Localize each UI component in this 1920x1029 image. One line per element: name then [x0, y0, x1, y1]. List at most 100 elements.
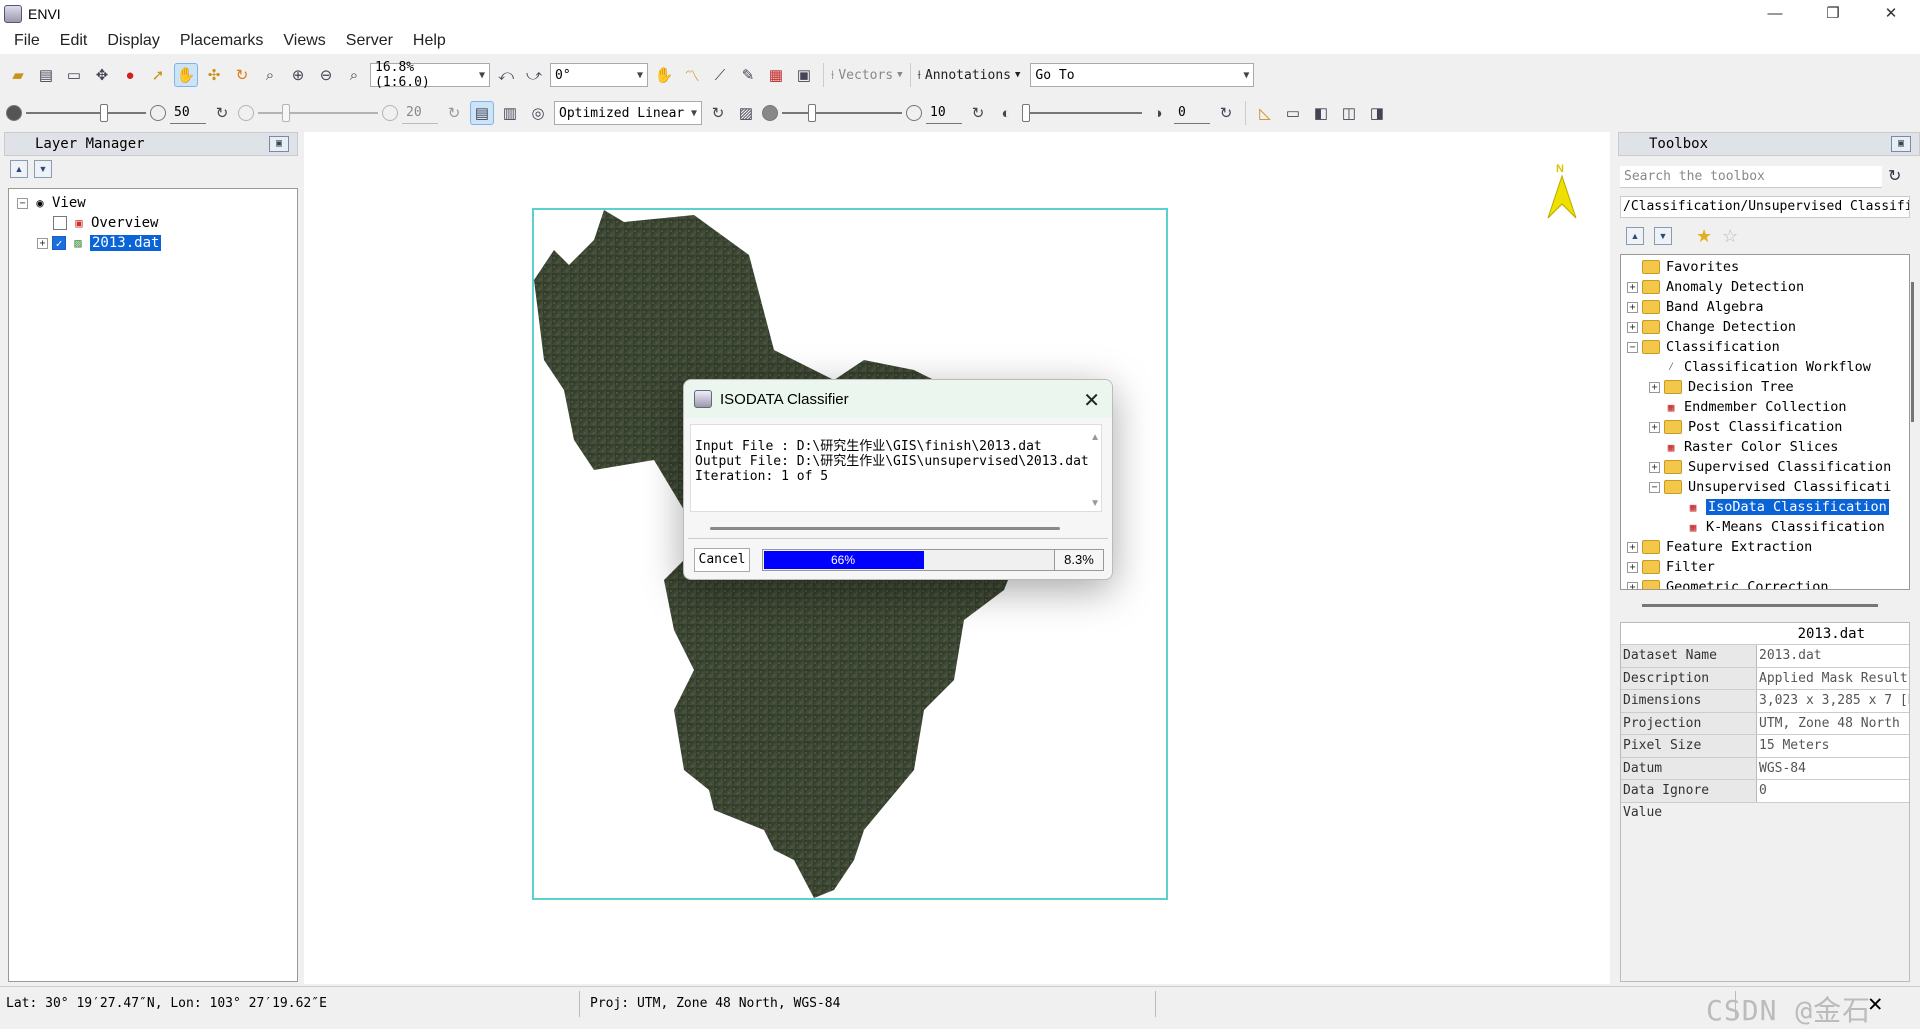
toolbox-item[interactable]: + Anomaly Detection	[1621, 277, 1909, 297]
measure-icon[interactable]: ◺	[1253, 101, 1277, 125]
data-manager-icon[interactable]: ▤	[34, 63, 58, 87]
zoom-combo[interactable]: 16.8% (1:6.0) ▼	[370, 60, 490, 90]
transparency-value[interactable]: 0	[1174, 102, 1210, 124]
display-icon[interactable]: ▭	[62, 63, 86, 87]
collapse-toggle[interactable]: −	[17, 197, 28, 209]
expand-all-icon[interactable]: ▼	[34, 160, 52, 178]
toolbox-item[interactable]: ▦ K-Means Classification	[1621, 517, 1909, 537]
split-view-icon[interactable]: ◧	[1309, 101, 1333, 125]
minimize-button[interactable]: —	[1746, 0, 1804, 28]
scroll-up-icon[interactable]: ▲	[1090, 432, 1100, 443]
expand-toggle[interactable]: +	[37, 237, 48, 249]
open-icon[interactable]: ▰	[6, 63, 30, 87]
toolbox-item[interactable]: ⁄ Classification Workflow	[1621, 357, 1909, 377]
expand-toggle[interactable]: +	[1649, 381, 1660, 393]
horizontal-scrollbar[interactable]	[710, 527, 1060, 530]
cancel-button[interactable]: Cancel	[694, 548, 750, 572]
value-display-icon[interactable]: ▣	[792, 63, 816, 87]
expand-toggle[interactable]: +	[1627, 541, 1638, 553]
toolbox-item[interactable]: − Classification	[1621, 337, 1909, 357]
toolbox-item[interactable]: + Decision Tree	[1621, 377, 1909, 397]
edit-icon[interactable]: ✎	[736, 63, 760, 87]
scroll-down-icon[interactable]: ▼	[1090, 498, 1100, 509]
goto-combo[interactable]: Go To ▼	[1030, 63, 1255, 87]
menu-views[interactable]: Views	[273, 32, 335, 50]
toolbox-item[interactable]: + Post Classification	[1621, 417, 1909, 437]
flicker-icon[interactable]: ◨	[1365, 101, 1389, 125]
image-link-icon[interactable]: ▦	[764, 63, 788, 87]
contrast-slider[interactable]	[258, 101, 378, 125]
stretch-full-icon[interactable]: ◎	[526, 101, 550, 125]
expand-toggle[interactable]: +	[1649, 421, 1660, 433]
add-favorite-icon[interactable]: ★	[1696, 226, 1712, 247]
stretch-combo[interactable]: Optimized Linear ▼	[554, 101, 702, 125]
toolbox-item[interactable]: Favorites	[1621, 257, 1909, 277]
contrast-value[interactable]: 20	[402, 102, 438, 124]
reset-sharpen-icon[interactable]: ↻	[966, 101, 990, 125]
brightness-value[interactable]: 50	[170, 102, 206, 124]
rotate-icon[interactable]: ↻	[230, 63, 254, 87]
toolbox-item[interactable]: + Supervised Classification	[1621, 457, 1909, 477]
toolbox-item[interactable]: ▦ Endmember Collection	[1621, 397, 1909, 417]
horizontal-scrollbar[interactable]	[1642, 604, 1878, 607]
vertical-scrollbar[interactable]	[1911, 282, 1914, 422]
collapse-toggle[interactable]: −	[1649, 481, 1660, 493]
select-arrow-icon[interactable]: ➚	[146, 63, 170, 87]
menu-help[interactable]: Help	[403, 32, 456, 50]
reset-brightness-icon[interactable]: ↻	[210, 101, 234, 125]
tree-layer-2013[interactable]: + ✓ ▨ 2013.dat	[9, 233, 297, 253]
tree-view-root[interactable]: − ◉ View	[9, 193, 297, 213]
toolbox-item[interactable]: + Band Algebra	[1621, 297, 1909, 317]
stretch-view-icon[interactable]: ▤	[470, 101, 494, 125]
toolbox-search-input[interactable]: Search the toolbox	[1620, 166, 1882, 188]
toolbox-item[interactable]: ▦ IsoData Classification	[1621, 497, 1909, 517]
swipe-icon[interactable]: ◫	[1337, 101, 1361, 125]
toolbox-item[interactable]: ▦ Raster Color Slices	[1621, 437, 1909, 457]
vectors-menu[interactable]: ⟊ Vectors ▼	[831, 68, 903, 83]
zoom-in-icon[interactable]: ⊕	[286, 63, 310, 87]
sharpen-value[interactable]: 10	[926, 102, 962, 124]
rotation-combo[interactable]: 0° ▼	[550, 63, 648, 87]
expand-toggle[interactable]: +	[1627, 561, 1638, 573]
expand-all-icon[interactable]: ▼	[1654, 227, 1672, 245]
collapse-all-icon[interactable]: ▲	[1626, 227, 1644, 245]
close-icon[interactable]: ✕	[1083, 388, 1100, 413]
view-icon[interactable]: ▭	[1281, 101, 1305, 125]
reset-transparency-icon[interactable]: ↻	[1214, 101, 1238, 125]
transparency-slider[interactable]	[1022, 101, 1142, 125]
overview-checkbox[interactable]	[53, 216, 67, 230]
toolbox-item[interactable]: + Feature Extraction	[1621, 537, 1909, 557]
fly-icon[interactable]: ✣	[202, 63, 226, 87]
histogram-icon[interactable]: ▨	[734, 101, 758, 125]
reset-contrast-icon[interactable]: ↻	[442, 101, 466, 125]
toolbox-item[interactable]: − Unsupervised Classificati	[1621, 477, 1909, 497]
grid-hand-icon[interactable]: ✋	[652, 63, 676, 87]
annotations-menu[interactable]: ⟊ Annotations ▼	[918, 68, 1021, 83]
menu-display[interactable]: Display	[97, 32, 169, 50]
menu-server[interactable]: Server	[336, 32, 403, 50]
toolbox-item[interactable]: + Filter	[1621, 557, 1909, 577]
expand-toggle[interactable]: +	[1627, 321, 1638, 333]
restore-button[interactable]: ❐	[1804, 0, 1862, 28]
menu-file[interactable]: File	[4, 32, 50, 50]
layer-visible-checkbox[interactable]: ✓	[52, 236, 66, 250]
placemark-icon[interactable]: ●	[118, 63, 142, 87]
profile-icon[interactable]: ⟋	[708, 63, 732, 87]
expand-toggle[interactable]: +	[1627, 281, 1638, 293]
expand-toggle[interactable]: +	[1627, 581, 1638, 589]
zoom-icon[interactable]: ⌕	[258, 63, 282, 87]
brightness-slider[interactable]	[26, 101, 146, 125]
reset-stretch-icon[interactable]: ↻	[706, 101, 730, 125]
toolbox-item[interactable]: + Geometric Correction	[1621, 577, 1909, 589]
tree-overview[interactable]: ▣ Overview	[9, 213, 297, 233]
collapse-all-icon[interactable]: ▲	[10, 160, 28, 178]
menu-placemarks[interactable]: Placemarks	[170, 32, 274, 50]
fit-zoom-icon[interactable]: ⌕	[342, 63, 366, 87]
sharpen-slider[interactable]	[782, 101, 902, 125]
rotate-left-icon[interactable]: ⤺	[494, 63, 518, 87]
toolbox-path[interactable]: /Classification/Unsupervised Classific	[1620, 196, 1910, 218]
expand-toggle[interactable]: +	[1649, 461, 1660, 473]
pan-hand-icon[interactable]: ✋	[174, 63, 198, 87]
stretch-data-icon[interactable]: ▥	[498, 101, 522, 125]
collapse-toggle[interactable]: −	[1627, 341, 1638, 353]
